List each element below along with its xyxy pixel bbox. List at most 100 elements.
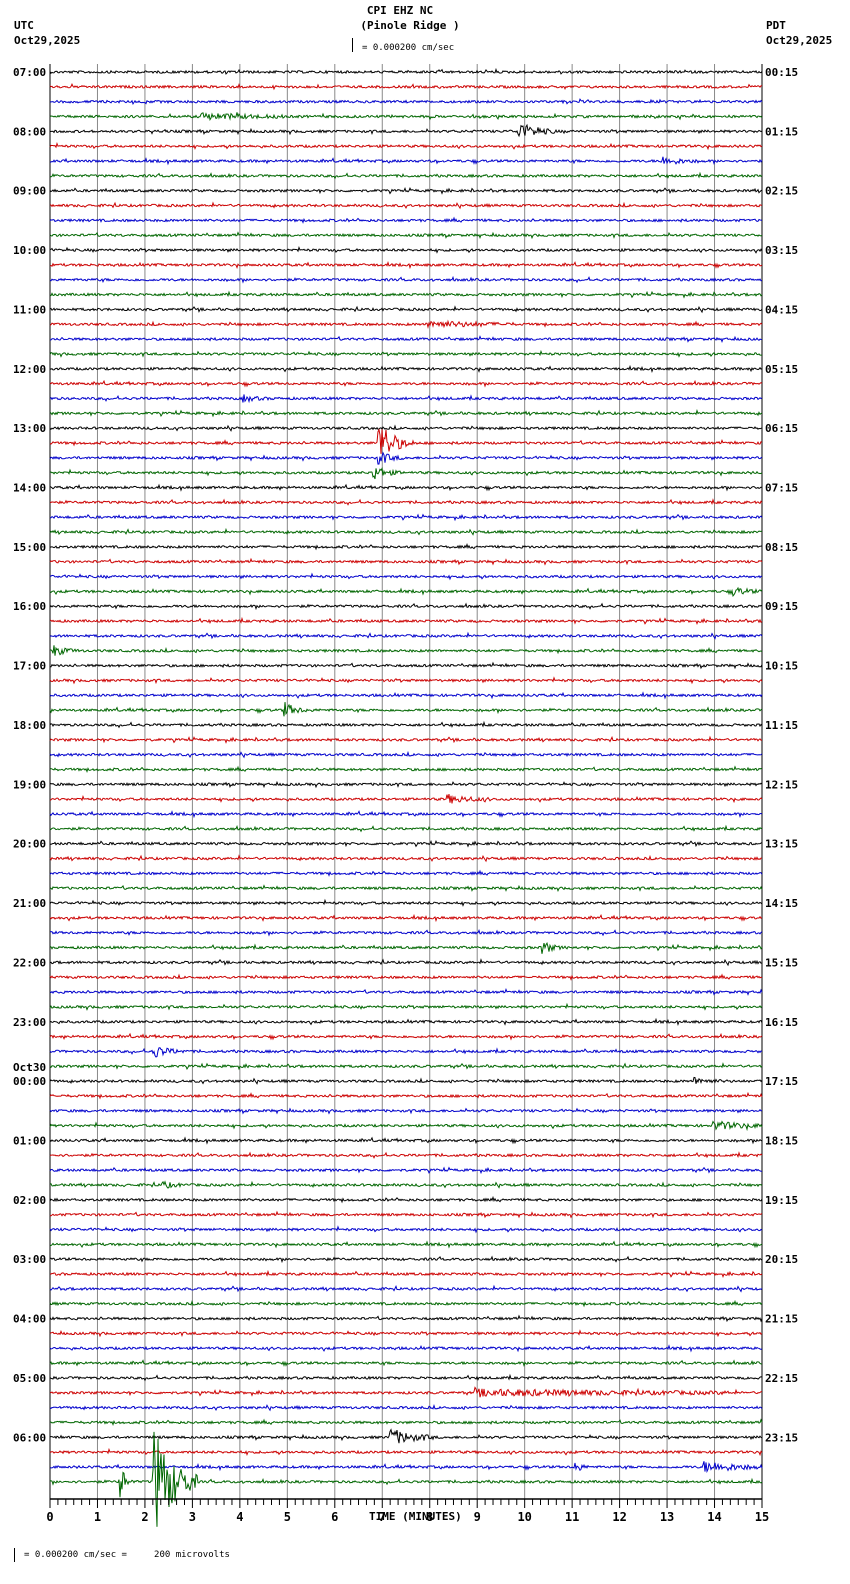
pdt-hour-label: 01:15 [765,125,798,138]
seismic-trace [49,1076,763,1085]
seismic-trace [49,1403,763,1412]
seismic-trace [49,543,763,551]
seismic-trace [49,98,763,106]
seismic-trace [49,631,763,640]
x-tick-label: 1 [94,1510,101,1524]
seismic-trace [49,335,763,343]
seismogram-plot: 0 1 2 3 4 5 6 7 8 9 10 11 12 13 14 1507:0008:0009:0010:… [13,64,798,1527]
seismic-trace [49,142,763,151]
seismic-trace [49,1017,763,1027]
seismic-trace [49,409,763,418]
x-axis-title: TIME (MINUTES) [369,1510,462,1523]
seismic-trace [49,364,763,374]
utc-hour-label: 20:00 [13,838,46,851]
seismic-trace [49,171,763,180]
x-tick-label: 15 [755,1510,769,1524]
seismic-trace [49,1428,763,1444]
footer-scale-text: = 0.000200 cm/sec = 200 microvolts [24,1550,230,1560]
seismic-trace [49,793,763,804]
x-tick-label: 13 [660,1510,674,1524]
pdt-hour-label: 21:15 [765,1313,798,1326]
seismic-trace [49,1151,763,1159]
utc-hour-label: 08:00 [13,125,46,138]
seismic-trace [49,854,763,863]
seismic-trace [49,466,763,480]
seismic-trace [49,1225,763,1234]
seismic-trace [49,735,763,744]
pdt-hour-label: 09:15 [765,600,798,613]
utc-hour-label: 07:00 [13,66,46,79]
pdt-hour-label: 12:15 [765,778,798,791]
utc-hour-label: 15:00 [13,541,46,554]
seismic-trace [49,379,763,388]
seismic-trace [49,1180,763,1189]
pdt-hour-label: 17:15 [765,1075,798,1088]
utc-hour-label: 04:00 [13,1313,46,1326]
seismic-trace [49,424,763,432]
seismic-trace [49,290,763,299]
x-tick-label: 14 [707,1510,721,1524]
seismic-trace [49,676,763,685]
x-tick-label: 10 [517,1510,531,1524]
seismic-trace [49,483,763,492]
seismic-trace [49,394,763,404]
utc-hour-label: 14:00 [13,482,46,495]
pdt-hour-label: 20:15 [765,1253,798,1266]
seismic-trace [49,898,763,907]
seismic-trace [49,750,763,759]
seismic-trace [49,913,763,923]
seismic-trace [49,1166,763,1175]
seismic-trace [49,82,763,91]
seismic-trace [49,616,763,625]
seismic-trace [49,498,763,506]
seismic-trace [49,216,763,224]
seismic-trace [49,1136,763,1145]
utc-hour-label: 10:00 [13,244,46,257]
seismic-trace [49,973,763,981]
seismic-trace [49,319,763,329]
seismic-trace [49,513,763,522]
seismic-trace [49,156,763,166]
seismic-trace [49,1299,763,1308]
seismic-trace [49,645,763,656]
seismic-trace [49,349,762,358]
utc-hour-label: 12:00 [13,363,46,376]
x-tick-label: 11 [565,1510,579,1524]
utc-hour-label: 22:00 [13,956,46,969]
seismic-trace [49,1314,763,1323]
seismic-trace [49,1329,763,1338]
seismic-trace [49,824,763,833]
seismic-trace [49,527,763,536]
pdt-hour-label: 02:15 [765,185,798,198]
seismic-trace [49,691,763,700]
seismic-trace [49,958,763,967]
seismic-trace [49,186,763,195]
seismic-trace [49,231,763,240]
day-change-label: Oct30 [13,1061,46,1074]
utc-hour-label: 09:00 [13,185,46,198]
seismic-trace [49,1091,763,1100]
pdt-hour-label: 19:15 [765,1194,798,1207]
seismic-trace [49,720,763,729]
utc-hour-label: 03:00 [13,1253,46,1266]
x-tick-label: 12 [612,1510,626,1524]
utc-hour-label: 23:00 [13,1016,46,1029]
seismic-trace [49,1120,763,1132]
seismic-trace [49,810,763,819]
pdt-hour-label: 05:15 [765,363,798,376]
seismic-trace [49,1047,763,1058]
pdt-hour-label: 07:15 [765,482,798,495]
seismic-trace [49,1107,763,1115]
pdt-hour-label: 11:15 [765,719,798,732]
seismic-trace [49,1195,763,1204]
pdt-hour-label: 04:15 [765,303,798,316]
seismic-trace [49,942,763,954]
seismic-trace [49,884,763,892]
utc-hour-label: 18:00 [13,719,46,732]
seismic-trace [49,586,763,598]
x-tick-label: 5 [284,1510,291,1524]
utc-hour-label: 11:00 [13,303,46,316]
pdt-hour-label: 15:15 [765,956,798,969]
seismic-trace [49,1269,763,1278]
pdt-hour-label: 14:15 [765,897,798,910]
